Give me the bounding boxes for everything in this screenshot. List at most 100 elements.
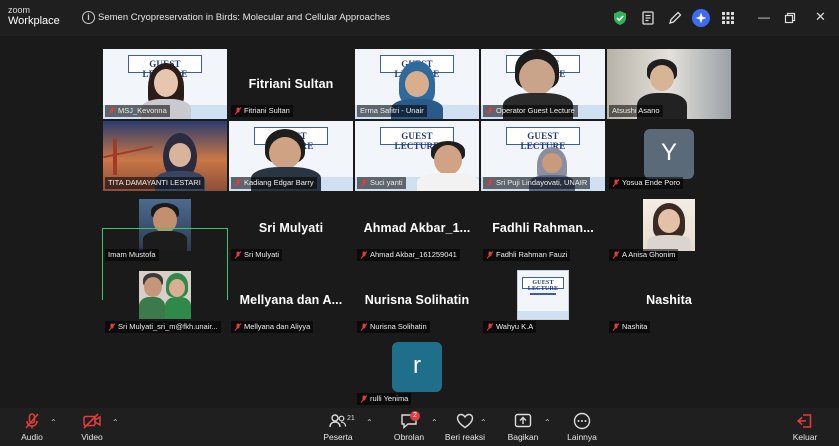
- video-tile[interactable]: GUEST LECTURE Kadiang Edgar Barry: [229, 121, 353, 191]
- mic-muted-icon: [486, 179, 494, 187]
- info-icon[interactable]: i: [82, 11, 95, 24]
- pencil-icon[interactable]: [667, 10, 683, 26]
- reactions-button[interactable]: Beri reaksi: [440, 408, 490, 446]
- share-options-chevron-icon[interactable]: ⌃: [544, 418, 551, 427]
- video-tile[interactable]: r rulli Yenima: [355, 337, 479, 407]
- participant-label: Fadhli Rahman Fauzi: [483, 249, 571, 261]
- participant-label: Kadiang Edgar Barry: [231, 177, 317, 189]
- video-tile[interactable]: GUEST LECTURE Operator Guest Lecture: [481, 49, 605, 119]
- participants-options-chevron-icon[interactable]: ⌃: [366, 418, 373, 427]
- video-tile[interactable]: Sri Mulyati_sri_m@fkh.unair...: [103, 265, 227, 335]
- mic-muted-icon: [612, 251, 620, 259]
- share-screen-icon: [514, 413, 532, 428]
- mic-muted-icon: [486, 107, 494, 115]
- chat-button[interactable]: Obrolan: [389, 408, 429, 446]
- audio-button[interactable]: Audio: [18, 408, 46, 446]
- participant-label: TITA DAMAYANTI LESTARI: [105, 177, 204, 189]
- participant-label: Suci yanti: [357, 177, 406, 189]
- leave-button[interactable]: Keluar: [788, 408, 822, 446]
- video-tile[interactable]: Nurisna Solihatin Nurisna Solihatin: [355, 265, 479, 335]
- apps-grid-icon[interactable]: [720, 10, 736, 26]
- audio-label: Audio: [21, 432, 43, 442]
- participant-label: Yosua Ende Poro: [609, 177, 684, 189]
- video-tile[interactable]: GUEST LECTURE Wahyu K.A: [481, 265, 605, 335]
- avatar: r: [392, 342, 442, 392]
- audio-options-chevron-icon[interactable]: ⌃: [50, 418, 57, 427]
- participant-name: Ahmad Akbar_1...: [363, 221, 471, 235]
- chat-options-chevron-icon[interactable]: ⌃: [431, 418, 438, 427]
- mic-muted-icon: [25, 413, 39, 429]
- leave-icon: [796, 414, 812, 428]
- video-tile[interactable]: Atsushi Asano: [607, 49, 731, 119]
- title-bar: zoom Workplace i Semen Cryopreservation …: [0, 0, 839, 36]
- participant-name: Fadhli Rahman...: [492, 221, 594, 235]
- leave-label: Keluar: [792, 432, 818, 442]
- participant-label: Operator Guest Lecture: [483, 105, 578, 117]
- video-tile[interactable]: Fadhli Rahman... Fadhli Rahman Fauzi: [481, 193, 605, 263]
- video-label: Video: [81, 432, 103, 442]
- video-options-chevron-icon[interactable]: ⌃: [112, 418, 119, 427]
- video-tile[interactable]: Ahmad Akbar_1... Ahmad Akbar_161259041: [355, 193, 479, 263]
- close-icon[interactable]: ✕: [815, 10, 826, 23]
- mic-muted-icon: [612, 323, 620, 331]
- video-tile[interactable]: TITA DAMAYANTI LESTARI: [103, 121, 227, 191]
- more-icon: [573, 412, 591, 430]
- shield-check-icon[interactable]: [612, 10, 628, 26]
- more-label: Lainnya: [567, 432, 597, 442]
- video-tile[interactable]: Nashita Nashita: [607, 265, 731, 335]
- video-tile[interactable]: GUEST LECTURE Sri Puji Lindayovati, UNAI…: [481, 121, 605, 191]
- share-label: Bagikan: [507, 432, 539, 442]
- ai-companion-icon[interactable]: [692, 9, 710, 27]
- participant-label: Nashita: [609, 321, 651, 333]
- video-tile[interactable]: GUEST LECTURE MSJ_Kevonna: [103, 49, 227, 119]
- video-tile[interactable]: GUEST LECTURE Suci yanti: [355, 121, 479, 191]
- participants-button[interactable]: Peserta: [318, 408, 358, 446]
- participant-label: rulli Yenima: [357, 393, 412, 405]
- video-tile[interactable]: Mellyana dan A... Mellyana dan Aliyya: [229, 265, 353, 335]
- participants-icon: [329, 414, 347, 428]
- participant-name: Sri Mulyati: [258, 221, 324, 235]
- participant-label: Sri Puji Lindayovati, UNAIR: [483, 177, 591, 189]
- participant-name: Fitriani Sultan: [248, 77, 334, 91]
- participants-label: Peserta: [323, 432, 353, 442]
- heart-icon: [456, 413, 474, 429]
- participant-label: Erma Safitri - Unair: [357, 105, 427, 117]
- mic-muted-icon: [360, 251, 368, 259]
- video-tile[interactable]: GUEST LECTURE Erma Safitri - Unair: [355, 49, 479, 119]
- slide-banner: GUEST LECTURE: [520, 131, 566, 151]
- mic-muted-icon: [108, 323, 116, 331]
- restore-icon[interactable]: [784, 12, 796, 24]
- zoom-logo: zoom Workplace: [8, 5, 60, 27]
- participant-label: Mellyana dan Aliyya: [231, 321, 314, 333]
- video-tile[interactable]: Fitriani Sultan Fitriani Sultan: [229, 49, 353, 119]
- gallery-view: GUEST LECTURE MSJ_Kevonna Fitriani Sulta…: [0, 36, 839, 408]
- video-tile[interactable]: Y Yosua Ende Poro: [607, 121, 731, 191]
- chat-unread-badge: 2: [410, 411, 420, 421]
- participant-name: Nashita: [646, 293, 692, 307]
- chat-label: Obrolan: [393, 432, 425, 442]
- reactions-options-chevron-icon[interactable]: ⌃: [480, 418, 487, 427]
- mic-muted-icon: [360, 179, 368, 187]
- avatar: Y: [644, 129, 694, 179]
- mic-muted-icon: [234, 107, 242, 115]
- video-button[interactable]: Video: [78, 408, 106, 446]
- video-tile[interactable]: A Anisa Ghonim: [607, 193, 731, 263]
- meeting-controls: Audio ⌃ Video ⌃ Peserta 21 ⌃ Obrolan 2 ⌃: [0, 408, 839, 446]
- share-button[interactable]: Bagikan: [503, 408, 543, 446]
- slide-banner: GUEST LECTURE: [527, 280, 559, 292]
- participant-label: A Anisa Ghonim: [609, 249, 679, 261]
- notes-icon[interactable]: [640, 10, 656, 26]
- more-button[interactable]: Lainnya: [562, 408, 602, 446]
- mic-muted-icon: [486, 323, 494, 331]
- participant-name: Mellyana dan A...: [239, 293, 343, 307]
- video-off-icon: [83, 413, 101, 429]
- meeting-title: Semen Cryopreservation in Birds: Molecul…: [98, 12, 391, 23]
- minimize-icon[interactable]: —: [758, 11, 770, 23]
- participant-label: Wahyu K.A: [483, 321, 537, 333]
- mic-muted-icon: [486, 251, 494, 259]
- video-tile[interactable]: Sri Mulyati Sri Mulyati: [229, 193, 353, 263]
- participants-count: 21: [347, 415, 355, 422]
- mic-muted-icon: [360, 395, 368, 403]
- participant-label: Sri Mulyati: [231, 249, 283, 261]
- mic-muted-icon: [612, 179, 620, 187]
